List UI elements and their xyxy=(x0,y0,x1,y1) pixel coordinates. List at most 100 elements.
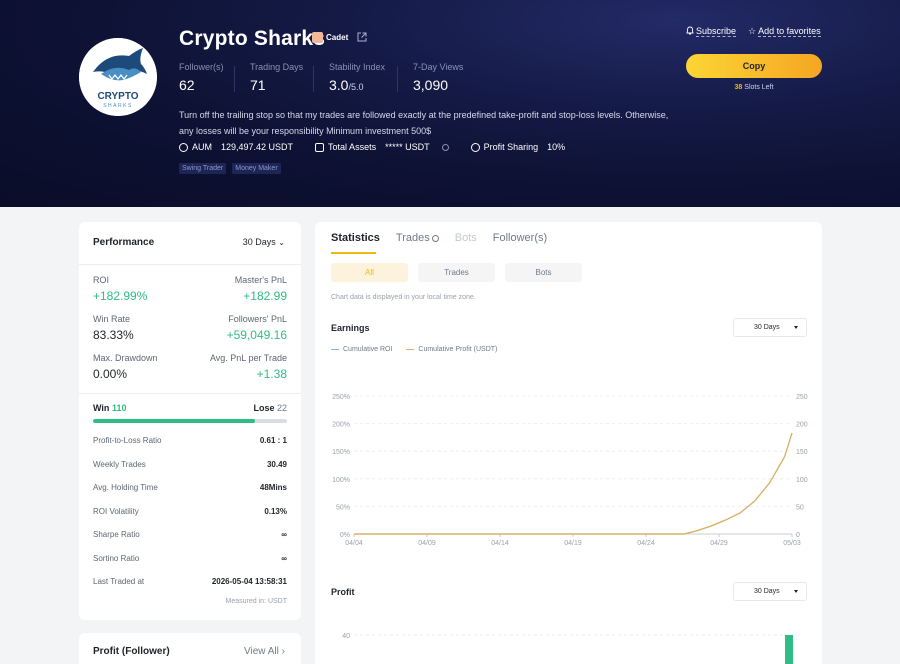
y-tick-label: 40 xyxy=(342,633,350,640)
view-all-link[interactable]: View All › xyxy=(244,646,285,657)
shark-logo-icon: CRYPTO SHARKS xyxy=(79,38,157,116)
earnings-chart: 0% 0 50% 50 100% 100 150% 150 200% 200 250% 250 04/0… xyxy=(332,394,808,547)
win-rate-value: 83.33% xyxy=(93,328,134,342)
y-tick-label: 100% xyxy=(332,477,350,484)
x-tick-label: 05/03 xyxy=(783,540,801,547)
tag: Swing Trader xyxy=(179,163,227,174)
tab-bar: Statistics Trades Bots Follower(s) xyxy=(331,232,563,244)
profit-series-line xyxy=(354,432,793,535)
metric-label: Max. Drawdown xyxy=(93,353,158,363)
segment-all[interactable]: All xyxy=(331,263,408,282)
divider xyxy=(234,66,235,92)
metric-label: Win Rate xyxy=(93,314,131,324)
star-icon: ☆ xyxy=(748,26,757,36)
svg-text:CRYPTO: CRYPTO xyxy=(97,91,138,102)
total-assets: Total Assets ***** USDT xyxy=(315,142,449,152)
earnings-title: Earnings xyxy=(331,323,370,333)
trader-name: Crypto Sharks xyxy=(179,27,326,50)
profit-period-select[interactable]: 30 Days xyxy=(733,582,807,601)
dollar-icon xyxy=(179,142,188,152)
bell-icon xyxy=(686,26,694,35)
caret-down-icon xyxy=(794,326,798,329)
x-tick-label: 04/09 xyxy=(418,540,436,547)
divider xyxy=(313,66,314,92)
divider xyxy=(79,393,301,394)
header-actions: Subscribe ☆ Add to favorites xyxy=(686,26,821,37)
max-drawdown-value: 0.00% xyxy=(93,367,128,381)
profit-bar xyxy=(785,635,793,664)
chart-legend: Cumulative ROI Cumulative Profit (USDT) xyxy=(331,346,497,353)
external-link-icon[interactable] xyxy=(357,32,367,42)
chevron-right-icon: › xyxy=(281,646,285,657)
y-tick-label-right: 250 xyxy=(796,394,808,401)
performance-card: Performance 30 Days ⌄ ROI +182.99% Maste… xyxy=(79,222,301,620)
timezone-note: Chart data is displayed in your local ti… xyxy=(331,294,476,301)
stat-row: Last Traded at 2026-05-04 13:58:31 xyxy=(93,577,287,586)
period-select[interactable]: 30 Days ⌄ xyxy=(243,237,285,247)
divider xyxy=(397,66,398,92)
slots-left: 38 Slots Left xyxy=(734,84,774,91)
segment-trades[interactable]: Trades xyxy=(418,263,495,282)
x-tick-label: 04/19 xyxy=(564,540,582,547)
tag: Money Maker xyxy=(232,163,281,174)
trader-tags: Swing Trader Money Maker xyxy=(179,163,281,174)
stat-7day-views: 7-Day Views 3,090 xyxy=(413,62,464,93)
trader-header: CRYPTO SHARKS Crypto Sharks Cadet Follow… xyxy=(0,0,900,207)
tab-statistics[interactable]: Statistics xyxy=(331,232,380,244)
legend-profit[interactable]: Cumulative Profit (USDT) xyxy=(406,346,497,353)
profit-follower-title: Profit (Follower) xyxy=(93,646,170,657)
roi-value: +182.99% xyxy=(93,289,148,303)
profit-title: Profit xyxy=(331,587,355,597)
earnings-period-select[interactable]: 30 Days xyxy=(733,318,807,337)
y-tick-label: 200% xyxy=(332,422,350,429)
trader-avatar: CRYPTO SHARKS xyxy=(79,38,157,116)
stat-row: Profit-to-Loss Ratio 0.61 : 1 xyxy=(93,436,287,445)
y-tick-label-right: 150 xyxy=(796,449,808,456)
aum: AUM 129,497.42 USDT xyxy=(179,142,293,152)
trader-description: Turn off the trailing stop so that my tr… xyxy=(179,110,669,136)
stat-row: Sharpe Ratio ∞ xyxy=(93,530,287,539)
info-icon[interactable] xyxy=(441,143,449,151)
stat-row: ROI Volatility 0.13% xyxy=(93,507,287,516)
y-tick-label: 250% xyxy=(332,394,350,401)
x-tick-label: 04/29 xyxy=(710,540,728,547)
assets-row: AUM 129,497.42 USDT Total Assets ***** U… xyxy=(179,142,587,152)
profit-follower-card: Profit (Follower) View All › xyxy=(79,633,301,664)
y-tick-label-right: 100 xyxy=(796,477,808,484)
y-tick-label-right: 200 xyxy=(796,422,808,429)
x-tick-label: 04/04 xyxy=(345,540,363,547)
profit-sharing: Profit Sharing 10% xyxy=(470,142,565,152)
segment-bots[interactable]: Bots xyxy=(505,263,582,282)
pie-icon xyxy=(470,142,480,152)
favorites-link[interactable]: ☆ Add to favorites xyxy=(748,26,821,37)
caret-down-icon xyxy=(794,590,798,593)
copy-button[interactable]: Copy xyxy=(686,54,822,78)
master-pnl-value: +182.99 xyxy=(243,289,287,303)
chevron-down-icon: ⌄ xyxy=(278,238,285,247)
stat-stability-index: Stability Index 3.0/5.0 xyxy=(329,62,386,93)
subscribe-link[interactable]: Subscribe xyxy=(686,26,737,37)
y-tick-label: 0% xyxy=(340,532,350,539)
tab-bots[interactable]: Bots xyxy=(455,232,477,244)
tab-followers[interactable]: Follower(s) xyxy=(493,232,547,244)
tab-trades[interactable]: Trades xyxy=(396,232,439,244)
stat-row: Sortino Ratio ∞ xyxy=(93,554,287,563)
divider xyxy=(79,264,301,265)
svg-text:SHARKS: SHARKS xyxy=(103,103,133,109)
legend-roi[interactable]: Cumulative ROI xyxy=(331,346,392,353)
y-tick-label: 50% xyxy=(336,504,350,511)
badge-icon xyxy=(312,32,323,43)
y-tick-label: 150% xyxy=(332,449,350,456)
y-tick-label-right: 0 xyxy=(796,532,800,539)
win-lose-bar xyxy=(93,419,287,423)
stat-row: Weekly Trades 30.49 xyxy=(93,460,287,469)
stat-row: Avg. Holding Time 48Mins xyxy=(93,483,287,492)
metric-label: Followers' PnL xyxy=(228,314,287,324)
followers-pnl-value: +59,049.16 xyxy=(226,328,287,342)
stat-followers: Follower(s) 62 xyxy=(179,62,224,93)
level-badge: Cadet xyxy=(312,32,348,43)
metric-label: ROI xyxy=(93,275,110,285)
info-icon xyxy=(431,234,439,242)
win-bar-fill xyxy=(93,419,255,423)
badge-label: Cadet xyxy=(326,33,349,42)
